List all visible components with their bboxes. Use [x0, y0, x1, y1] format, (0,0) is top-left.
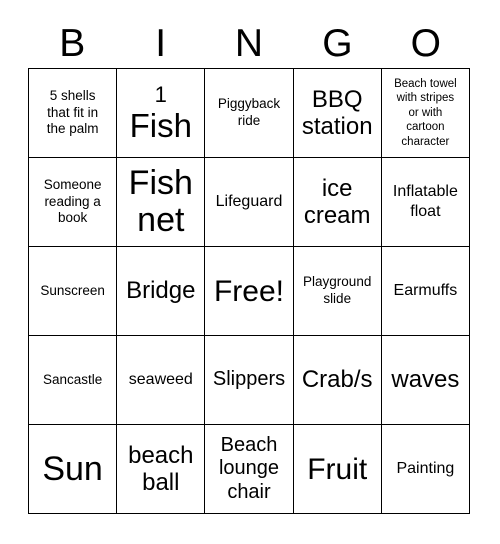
- bingo-cell-text: Inflatable float: [392, 183, 458, 220]
- bingo-cell-text: Lifeguard: [215, 193, 283, 211]
- bingo-cell-n5[interactable]: Beach lounge chair: [205, 425, 294, 514]
- bingo-cell-i1[interactable]: 1 Fish: [117, 69, 206, 158]
- bingo-header-row: B I N G O: [28, 18, 470, 68]
- header-letter-g: G: [322, 21, 353, 65]
- bingo-cell-text: ice cream: [303, 174, 371, 229]
- bingo-cell-text: 5 shells that fit in the palm: [46, 87, 99, 137]
- bingo-cell-n2[interactable]: Lifeguard: [205, 158, 294, 247]
- bingo-cell-text: Earmuffs: [393, 282, 458, 300]
- header-letter-n: N: [234, 21, 264, 65]
- bingo-cell-text: BBQ station: [301, 85, 373, 140]
- bingo-cell-g5[interactable]: Fruit: [293, 425, 382, 514]
- bingo-cell-text: Playground slide: [303, 274, 372, 306]
- bingo-cell-g2[interactable]: ice cream: [293, 158, 382, 247]
- bingo-cell-text: Free!: [213, 274, 284, 308]
- bingo-cell-i4[interactable]: seaweed: [117, 336, 206, 425]
- bingo-cell-b3[interactable]: Sunscreen: [29, 247, 118, 336]
- bingo-cell-i3[interactable]: Bridge: [117, 247, 206, 336]
- bingo-cell-o5[interactable]: Painting: [381, 425, 470, 514]
- bingo-cell-text: Someone reading a book: [43, 176, 102, 226]
- bingo-cell-line-secondary: Fish: [129, 106, 192, 144]
- bingo-cell-g3[interactable]: Playground slide: [293, 247, 382, 336]
- bingo-cell-text: seaweed: [128, 371, 193, 389]
- bingo-cell-text: Beach towel with stripes or with cartoon…: [394, 77, 457, 148]
- bingo-cell-g1[interactable]: BBQ station: [293, 69, 382, 158]
- bingo-cell-text: Slippers: [212, 368, 286, 391]
- bingo-cell-o4[interactable]: waves: [381, 336, 470, 425]
- header-letter-o: O: [410, 21, 441, 65]
- bingo-cell-text: Sun: [42, 449, 103, 488]
- bingo-cell-o1[interactable]: Beach towel with stripes or with cartoon…: [381, 69, 470, 158]
- bingo-cell-i5[interactable]: beach ball: [117, 425, 206, 514]
- bingo-cell-b1[interactable]: 5 shells that fit in the palm: [29, 69, 118, 158]
- bingo-cell-n1[interactable]: Piggyback ride: [205, 69, 294, 158]
- bingo-cell-text: 1 Fish: [120, 81, 201, 144]
- bingo-cell-n4[interactable]: Slippers: [205, 336, 294, 425]
- header-letter-i: I: [155, 21, 167, 65]
- bingo-cell-text: Sunscreen: [40, 282, 105, 298]
- bingo-cell-o3[interactable]: Earmuffs: [381, 247, 470, 336]
- bingo-cell-text: Sancastle: [42, 371, 103, 387]
- bingo-cell-text: beach ball: [128, 441, 194, 496]
- bingo-cell-b4[interactable]: Sancastle: [29, 336, 118, 425]
- bingo-cell-text: Bridge: [126, 277, 196, 305]
- bingo-cell-text: Beach lounge chair: [218, 433, 280, 503]
- bingo-cell-text: Fish net: [128, 164, 193, 239]
- bingo-cell-text: Painting: [396, 460, 455, 478]
- bingo-cell-o2[interactable]: Inflatable float: [381, 158, 470, 247]
- bingo-cell-text: Piggyback ride: [217, 96, 281, 128]
- bingo-cell-b5[interactable]: Sun: [29, 425, 118, 514]
- bingo-cell-text: Fruit: [307, 452, 368, 486]
- bingo-cell-i2[interactable]: Fish net: [117, 158, 206, 247]
- bingo-cell-text: waves: [391, 366, 460, 394]
- bingo-grid: 5 shells that fit in the palm 1 Fish Piggyb…: [28, 68, 470, 514]
- bingo-cell-line-primary: 1: [154, 81, 167, 107]
- bingo-cell-b2[interactable]: Someone reading a book: [29, 158, 118, 247]
- bingo-cell-g4[interactable]: Crab/s: [293, 336, 382, 425]
- header-letter-b: B: [59, 21, 86, 65]
- bingo-cell-text: Crab/s: [301, 366, 373, 394]
- bingo-card: B I N G O 5 shells that fit in the palm 1…: [0, 0, 500, 544]
- bingo-cell-n3[interactable]: Free!: [205, 247, 294, 336]
